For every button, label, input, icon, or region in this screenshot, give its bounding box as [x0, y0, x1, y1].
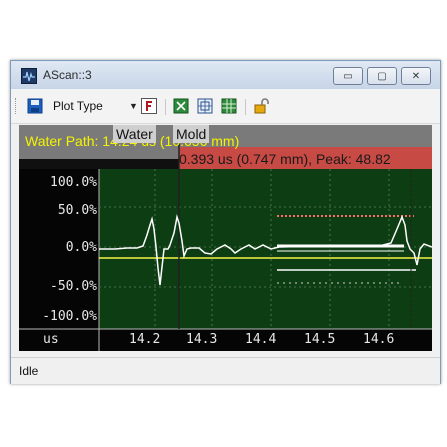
- grid-button[interactable]: [173, 98, 189, 114]
- status-bar: Idle: [11, 357, 440, 384]
- x-tick-label: 14.6: [363, 332, 395, 347]
- x-tick-label: 14.3: [186, 332, 218, 347]
- fit-icon: [146, 101, 152, 111]
- plot-type-dropdown[interactable]: Plot Type: [53, 99, 103, 113]
- y-tick-label: 0.0%: [65, 240, 97, 255]
- window-title: AScan::3: [43, 68, 92, 82]
- x-tick-label: 14.2: [129, 332, 161, 347]
- save-icon: [27, 98, 43, 114]
- minimize-button[interactable]: ▭: [333, 67, 363, 85]
- toolbar-separator: [245, 99, 246, 115]
- ascan-plot[interactable]: Water Path: 14.24 us (10.656 mm) Water M…: [19, 125, 432, 351]
- unlock-icon: [254, 98, 269, 114]
- x-tick-label: 14.5: [304, 332, 336, 347]
- measurement-label: 0.393 us (0.747 mm), Peak: 48.82: [179, 151, 391, 167]
- save-button[interactable]: [27, 98, 43, 114]
- maximize-icon: ▢: [377, 70, 387, 82]
- x-unit-label: us: [43, 332, 59, 347]
- y-tick-label: 100.0%: [50, 175, 97, 190]
- status-text: Idle: [19, 364, 39, 378]
- fit-button[interactable]: [141, 98, 157, 114]
- table-icon: [221, 98, 237, 114]
- toolbar-grip[interactable]: [15, 98, 18, 114]
- close-icon: ✕: [411, 70, 421, 82]
- gate-label-water[interactable]: Water: [113, 125, 156, 143]
- table-button[interactable]: [221, 98, 237, 114]
- grid-icon: [173, 98, 189, 114]
- dropdown-chevron-icon[interactable]: ▼: [129, 101, 138, 111]
- ascan-app-icon: [21, 68, 37, 84]
- minimize-icon: ▭: [343, 70, 353, 82]
- ascan-window: AScan::3 ▭ ▢ ✕ Plot Type ▼ Water Path: m…: [10, 60, 441, 384]
- maximize-button[interactable]: ▢: [367, 67, 397, 85]
- zoom-fit-icon: [197, 98, 213, 114]
- y-tick-label: -100.0%: [42, 309, 97, 324]
- unlock-button[interactable]: [253, 98, 269, 114]
- x-tick-label: 14.4: [245, 332, 277, 347]
- title-bar[interactable]: AScan::3 ▭ ▢ ✕: [11, 61, 440, 89]
- plot-area: [99, 169, 432, 329]
- toolbar-separator: [165, 99, 166, 115]
- y-tick-label: 50.0%: [57, 203, 97, 218]
- close-button[interactable]: ✕: [401, 67, 431, 85]
- gate-label-mold[interactable]: Mold: [173, 125, 210, 143]
- toolbar: Plot Type ▼: [11, 89, 440, 124]
- zoom-fit-button[interactable]: [197, 98, 213, 114]
- y-tick-label: -50.0%: [50, 279, 97, 294]
